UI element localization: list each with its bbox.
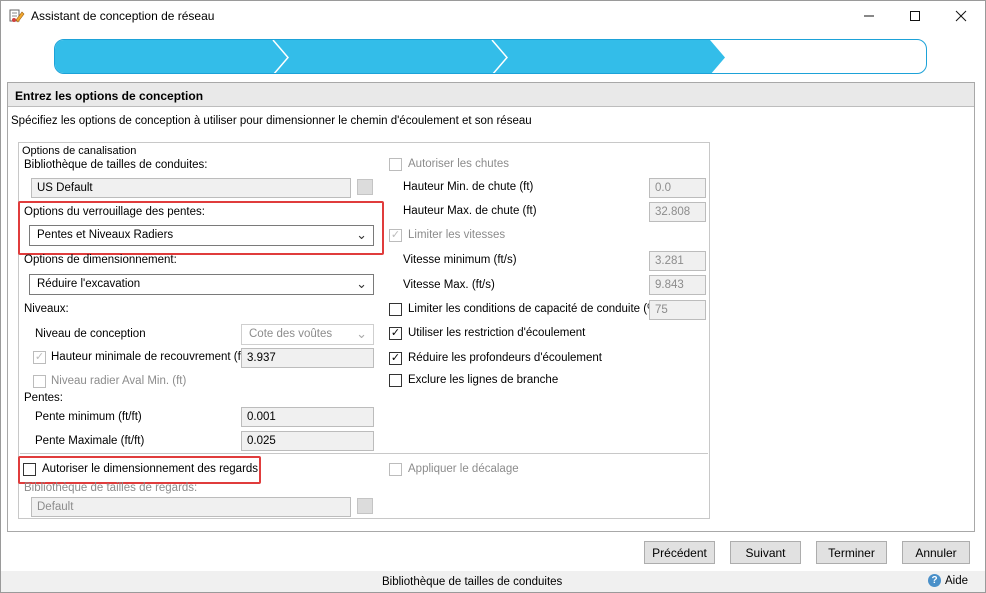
drop-min-label: Hauteur Min. de chute (ft)	[403, 181, 534, 193]
slope-lock-dropdown[interactable]: Pentes et Niveaux Radiers ⌄	[29, 225, 374, 246]
velocity-max-label: Vitesse Max. (ft/s)	[403, 279, 495, 291]
check-icon: ✓	[390, 352, 401, 364]
design-level-value: Cote des voûtes	[249, 328, 333, 340]
previous-button[interactable]: Précédent	[644, 541, 715, 564]
slope-lock-label: Options du verrouillage des pentes:	[24, 206, 205, 218]
structure-library-browse-button[interactable]	[357, 498, 373, 514]
status-text: Bibliothèque de tailles de conduites	[382, 576, 563, 588]
drop-max-field[interactable]: 32.808	[649, 202, 706, 222]
velocity-min-field[interactable]: 3.281	[649, 251, 706, 271]
check-icon: ✓	[34, 351, 45, 363]
design-level-dropdown[interactable]: Cote des voûtes ⌄	[241, 324, 374, 345]
help-label: Aide	[945, 574, 969, 587]
min-slope-label: Pente minimum (ft/ft)	[35, 411, 142, 423]
downstream-invert-checkbox[interactable]	[33, 375, 46, 388]
slopes-label: Pentes:	[24, 392, 63, 404]
app-icon	[9, 9, 25, 23]
structure-sizing-label: Autoriser le dimensionnement des regards	[42, 463, 259, 475]
question-icon: ?	[928, 574, 941, 587]
allow-drops-label: Autoriser les chutes	[408, 158, 509, 170]
chevron-down-icon: ⌄	[356, 276, 367, 291]
group-caption: Options de canalisation	[22, 145, 139, 157]
velocity-min-label: Vitesse minimum (ft/s)	[403, 254, 517, 266]
cancel-button[interactable]: Annuler	[902, 541, 970, 564]
downstream-invert-label: Niveau radier Aval Min. (ft)	[51, 375, 187, 387]
exclude-branch-label: Exclure les lignes de branche	[408, 374, 559, 386]
close-button[interactable]	[938, 0, 984, 31]
limit-velocity-checkbox[interactable]: ✓	[389, 229, 402, 242]
reduce-depth-checkbox[interactable]: ✓	[389, 352, 402, 365]
help-link[interactable]: ? Aide	[928, 574, 968, 587]
check-icon: ✓	[390, 327, 401, 339]
limit-capacity-field[interactable]: 75	[649, 300, 706, 320]
wizard-progress-bar	[54, 39, 927, 74]
chevron-down-icon: ⌄	[356, 227, 367, 242]
min-slope-field[interactable]: 0.001	[241, 407, 374, 427]
min-cover-label: Hauteur minimale de recouvrement (ft)	[51, 351, 248, 363]
sizing-label: Options de dimensionnement:	[24, 254, 177, 266]
close-icon	[955, 10, 967, 21]
min-cover-field[interactable]: 3.937	[241, 348, 374, 368]
maximize-icon	[910, 10, 920, 21]
structure-sizing-checkbox[interactable]	[23, 463, 36, 476]
panel-description: Spécifiez les options de conception à ut…	[11, 115, 532, 127]
reduce-depth-label: Réduire les profondeurs d'écoulement	[408, 352, 602, 364]
slope-lock-value: Pentes et Niveaux Radiers	[37, 229, 174, 241]
sizing-dropdown[interactable]: Réduire l'excavation ⌄	[29, 274, 374, 295]
group-separator	[20, 453, 708, 454]
drop-min-field[interactable]: 0.0	[649, 178, 706, 198]
sizing-value: Réduire l'excavation	[37, 278, 141, 290]
allow-drops-checkbox[interactable]	[389, 158, 402, 171]
exclude-branch-checkbox[interactable]	[389, 374, 402, 387]
finish-button[interactable]: Terminer	[816, 541, 887, 564]
levels-label: Niveaux:	[24, 303, 69, 315]
apply-offset-checkbox[interactable]	[389, 463, 402, 476]
progress-chevrons	[55, 40, 725, 73]
use-restriction-label: Utiliser les restriction d'écoulement	[408, 327, 586, 339]
chevron-down-icon: ⌄	[356, 326, 367, 341]
pipe-library-field[interactable]: US Default	[31, 178, 351, 198]
design-level-label: Niveau de conception	[35, 328, 146, 340]
window-title: Assistant de conception de réseau	[31, 9, 215, 23]
drop-max-label: Hauteur Max. de chute (ft)	[403, 205, 537, 217]
max-slope-field[interactable]: 0.025	[241, 431, 374, 451]
maximize-button[interactable]	[892, 0, 938, 31]
use-restriction-checkbox[interactable]: ✓	[389, 327, 402, 340]
minimize-icon	[864, 15, 874, 16]
pipe-library-browse-button[interactable]	[357, 179, 373, 195]
limit-capacity-checkbox[interactable]	[389, 303, 402, 316]
pipe-library-label: Bibliothèque de tailles de conduites:	[24, 159, 208, 171]
panel-header: Entrez les options de conception	[8, 83, 974, 107]
min-cover-checkbox[interactable]: ✓	[33, 351, 46, 364]
next-button[interactable]: Suivant	[730, 541, 801, 564]
max-slope-label: Pente Maximale (ft/ft)	[35, 435, 145, 447]
velocity-max-field[interactable]: 9.843	[649, 275, 706, 295]
structure-library-field[interactable]: Default	[31, 497, 351, 517]
limit-velocity-label: Limiter les vitesses	[408, 229, 506, 241]
minimize-button[interactable]	[846, 0, 892, 31]
limit-capacity-label: Limiter les conditions de capacité de co…	[408, 303, 662, 315]
structure-library-label: Bibliothèque de tailles de regards:	[24, 482, 198, 494]
apply-offset-label: Appliquer le décalage	[408, 463, 519, 475]
check-icon: ✓	[390, 229, 401, 241]
